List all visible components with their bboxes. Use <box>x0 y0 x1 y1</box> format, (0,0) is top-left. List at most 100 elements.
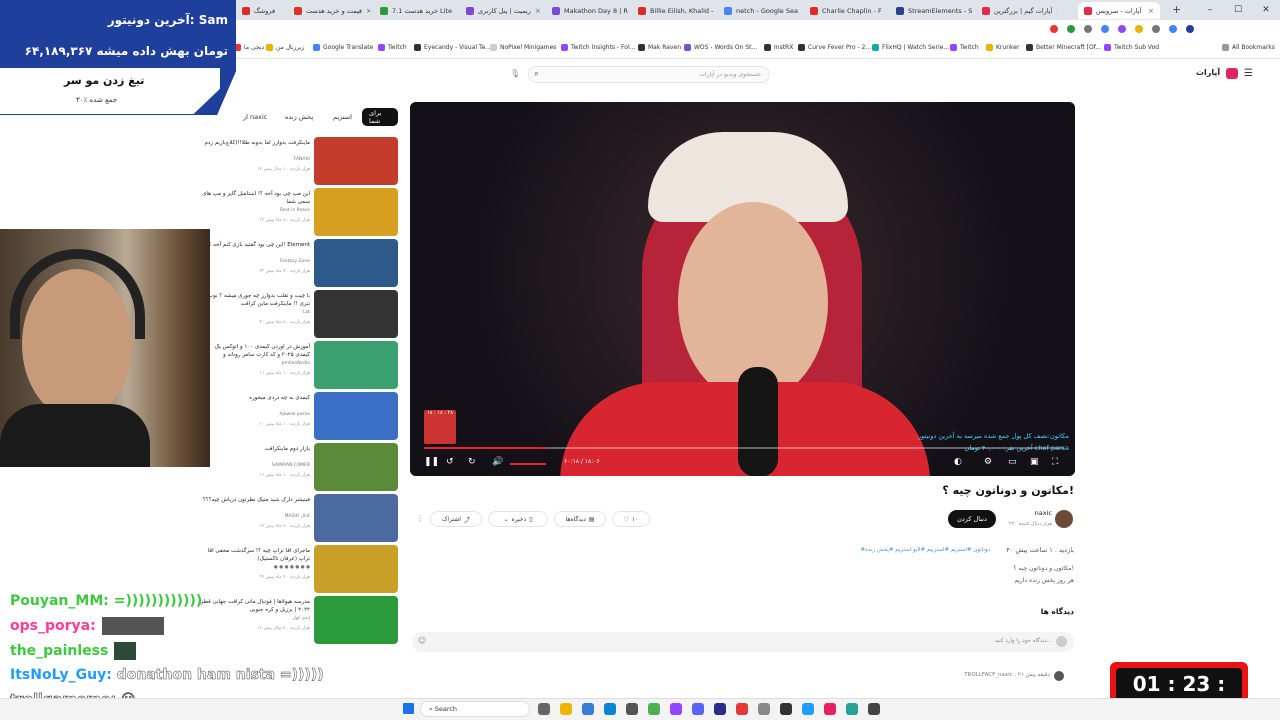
chrome-icon[interactable] <box>648 703 660 715</box>
bookmark-item[interactable]: FlixHQ | Watch Serie... <box>872 44 949 51</box>
video-thumbnail[interactable] <box>314 239 398 287</box>
list-item[interactable]: با چیت و تقلب بدوارز چه جوری میشه ؟ نوب … <box>200 290 400 340</box>
browser-tab[interactable]: Makathon Day 8 | R× <box>546 2 628 19</box>
video-thumbnail[interactable] <box>314 137 398 185</box>
browser-tab[interactable]: Charlie Chaplin - F× <box>804 2 886 19</box>
bookmark-item[interactable]: Eyecandy - Visual Te... <box>414 44 491 51</box>
file-explorer-icon[interactable] <box>560 703 572 715</box>
list-item[interactable]: این چی بود گفتید بازی کنم آخه ؟! Element… <box>200 239 400 289</box>
toggle-icon[interactable]: ◐ <box>954 457 962 467</box>
video-thumbnail[interactable] <box>314 341 398 389</box>
save-button[interactable]: ⌄ ذخیره ▯ <box>488 511 548 527</box>
search-icon[interactable]: ⌕ <box>534 69 539 79</box>
bookmark-item[interactable]: Krunker <box>986 44 1019 51</box>
browser-tab[interactable]: خرید هدست 7.1 Lite× <box>374 2 456 19</box>
volume-icon[interactable]: 🔊 <box>492 457 503 467</box>
bookmark-item[interactable]: Twitch <box>378 44 407 51</box>
maximize-button[interactable]: ☐ <box>1224 0 1252 20</box>
extension-icon[interactable] <box>1067 25 1075 33</box>
windows-start-icon[interactable] <box>403 703 414 714</box>
video-thumbnail[interactable] <box>314 494 398 542</box>
bookmark-item[interactable]: Mak Raven <box>638 44 681 51</box>
minimize-button[interactable]: – <box>1196 0 1224 20</box>
video-thumbnail[interactable] <box>314 290 398 338</box>
browser-tab[interactable]: netch - Google Sea× <box>718 2 800 19</box>
list-item[interactable]: این مپ چی بود آخه ؟! استامبل گایز و مپ ه… <box>200 188 400 238</box>
close-window-button[interactable]: ✕ <box>1252 0 1280 20</box>
bookmark-item[interactable]: Twitch Sub Vod <box>1104 44 1159 51</box>
bookmark-item[interactable]: Twitch <box>950 44 979 51</box>
site-logo[interactable]: آپارات <box>1196 68 1220 77</box>
extension-icon[interactable] <box>1135 25 1143 33</box>
tab-live[interactable]: پخش زنده <box>278 108 320 126</box>
app-icon[interactable] <box>868 703 880 715</box>
extension-icon[interactable] <box>1152 25 1160 33</box>
app-icon[interactable] <box>846 703 858 715</box>
bookmark-item[interactable]: Curve Fever Pro - 2... <box>798 44 871 51</box>
bookmark-item[interactable]: WOS - Words On St... <box>684 44 757 51</box>
search-input[interactable]: جستجوی ویدیو در آپارات <box>528 66 770 83</box>
video-player[interactable]: مکاتون:نصف کل پول جمع شده میرسه به آخرین… <box>410 102 1075 476</box>
extension-icon[interactable] <box>1169 25 1177 33</box>
bookmark-item[interactable]: زبرزبال من <box>266 44 304 51</box>
browser-tab[interactable]: Billie Eilish, Khalid -× <box>632 2 714 19</box>
new-tab-icon[interactable]: + <box>1172 3 1181 16</box>
all-bookmarks[interactable]: All Bookmarks <box>1222 44 1275 51</box>
list-item[interactable]: ماینکرفت بدوارز اما بدونه طلا!!(کلاچ‌باز… <box>200 137 400 187</box>
aparat-logo-icon[interactable] <box>1226 68 1238 79</box>
fullscreen-icon[interactable]: ⛶ <box>1052 457 1058 467</box>
bookmark-item[interactable]: Twitch Insights - Fol... <box>561 44 635 51</box>
list-item[interactable]: فینیشر دارک شید متیک نطرتون درباش چیه؟؟؟… <box>200 494 400 544</box>
close-icon[interactable]: × <box>1056 7 1058 15</box>
edge-icon[interactable] <box>604 703 616 715</box>
like-button[interactable]: ♡ ۱۰ <box>612 511 650 527</box>
video-thumbnail[interactable] <box>314 392 398 440</box>
browser-tab[interactable]: StreamElements - S× <box>890 2 972 19</box>
extension-icon[interactable] <box>1084 25 1092 33</box>
bookmark-item[interactable]: دیجی ما <box>234 44 264 51</box>
app-icon[interactable] <box>736 703 748 715</box>
discord-icon[interactable] <box>692 703 704 715</box>
profile-avatar[interactable] <box>1186 25 1194 33</box>
follow-button[interactable]: دنبال کردن <box>948 510 996 528</box>
browser-tab[interactable]: آپارات گیم | بزرگترین× <box>976 2 1058 19</box>
list-item[interactable]: آموزش در اوردن کیمدی ۱۰۰ و اتوکس یک کیمد… <box>200 341 400 391</box>
close-icon[interactable]: × <box>366 7 370 15</box>
list-item[interactable]: بازار دوم ماینکرافت SAMIRAN CAMER ۱۶ هزار … <box>200 443 400 493</box>
share-button[interactable]: اشتراک ⤴ <box>430 511 482 527</box>
app-icon[interactable] <box>714 703 726 715</box>
list-item[interactable]: کیمدی به چه دردی میخوره Ajawok paraa ۱۰ هز… <box>200 392 400 442</box>
comments-button[interactable]: دیدگاه‌ها ▤ <box>554 511 606 527</box>
twitch-app-icon[interactable] <box>670 703 682 715</box>
taskbar-search[interactable]: ⌕ Search <box>420 701 530 717</box>
bookmark-item[interactable]: InstRX <box>764 44 793 51</box>
theater-icon[interactable]: ▭ <box>1008 457 1017 467</box>
volume-slider[interactable] <box>510 463 546 465</box>
close-icon[interactable]: × <box>1148 7 1154 15</box>
pip-icon[interactable]: ▣ <box>1030 457 1039 467</box>
bookmark-item[interactable]: Google Translate <box>313 44 373 51</box>
extension-icon[interactable] <box>1101 25 1109 33</box>
video-thumbnail[interactable] <box>314 545 398 593</box>
forward-icon[interactable]: ↻ <box>468 457 476 467</box>
browser-tab-active[interactable]: آپارات - سرویس × <box>1078 2 1160 19</box>
channel-avatar[interactable] <box>1055 510 1073 528</box>
microphone-icon[interactable]: 🎙 <box>510 69 520 78</box>
settings-app-icon[interactable] <box>626 703 638 715</box>
tab-stream[interactable]: استریم <box>326 108 359 126</box>
settings-icon[interactable]: ⚙ <box>984 457 992 467</box>
app-icon[interactable] <box>824 703 836 715</box>
list-item[interactable]: مدرسه هیولاها | فوتبال مانی کرافت جهانی … <box>200 596 400 646</box>
task-view-icon[interactable] <box>538 703 550 715</box>
close-icon[interactable]: × <box>535 7 541 15</box>
app-icon[interactable] <box>758 703 770 715</box>
extension-icon[interactable] <box>1050 25 1058 33</box>
bookmark-item[interactable]: Better Minecraft [Of... <box>1026 44 1101 51</box>
extension-icon[interactable] <box>1118 25 1126 33</box>
pause-button[interactable]: ❚❚ <box>424 457 439 467</box>
browser-tab[interactable]: ریمیت | پنل کاربری × <box>460 2 542 19</box>
browser-tab[interactable]: فروشگ <box>236 2 288 19</box>
browser-tab[interactable]: قیمت و خرید هدست × <box>288 2 370 19</box>
video-thumbnail[interactable] <box>314 596 398 644</box>
tab-for-you[interactable]: برای شما <box>362 108 398 126</box>
